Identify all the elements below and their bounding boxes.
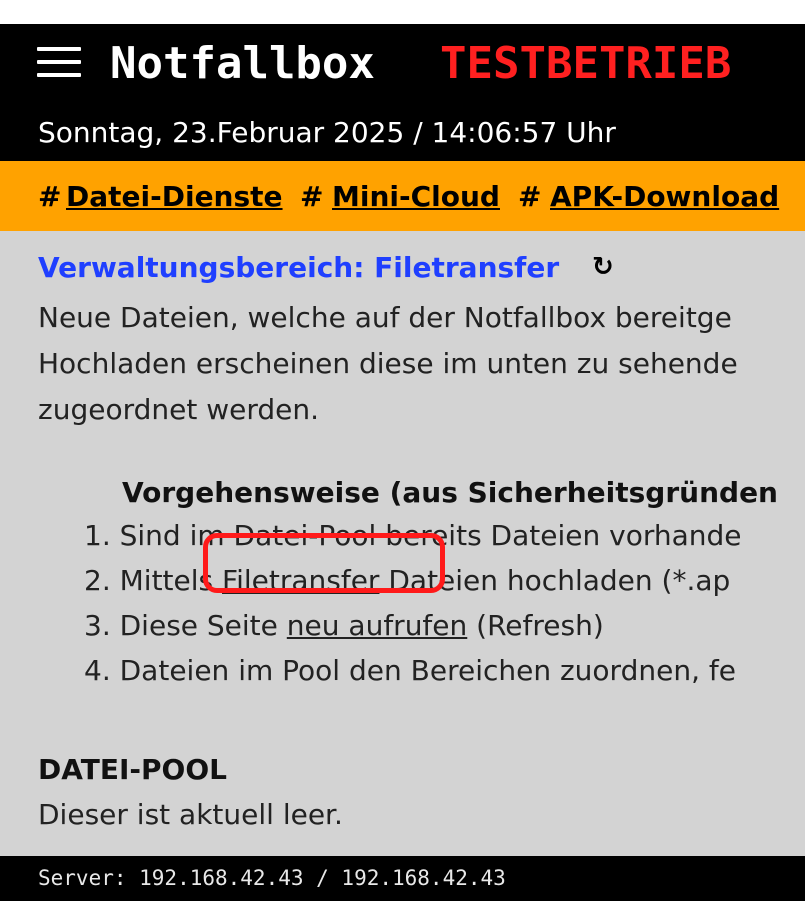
nav-separator: # xyxy=(38,180,62,213)
nav-separator: # xyxy=(300,180,324,213)
nav-bar: # Datei-Dienste # Mini-Cloud # APK-Downl… xyxy=(0,161,805,231)
datetime: Sonntag, 23.Februar 2025 / 14:06:57 Uhr xyxy=(38,116,616,149)
nav-link-mini-cloud[interactable]: Mini-Cloud xyxy=(332,180,500,213)
procedure-step: 4. Dateien im Pool den Bereichen zuordne… xyxy=(84,654,736,687)
app-title: Notfallbox xyxy=(110,38,375,89)
server-info: Server: 192.168.42.43 / 192.168.42.43 xyxy=(38,866,506,890)
refresh-page-link[interactable]: neu aufrufen xyxy=(287,609,467,642)
footer: Server: 192.168.42.43 / 192.168.42.43 xyxy=(0,856,805,901)
nav-separator: # xyxy=(518,180,542,213)
section-title: Verwaltungsbereich: Filetransfer xyxy=(38,251,560,284)
refresh-icon[interactable]: ↻ xyxy=(592,252,614,282)
app-header: Notfallbox TESTBETRIEB Sonntag, 23.Febru… xyxy=(0,24,805,161)
mode-badge: TESTBETRIEB xyxy=(440,38,732,89)
description-line: Hochladen erscheinen diese im unten zu s… xyxy=(38,347,738,380)
nav-link-datei-dienste[interactable]: Datei-Dienste xyxy=(66,180,283,213)
nav-link-apk-download[interactable]: APK-Download xyxy=(550,180,779,213)
procedure-step: 3. Diese Seite neu aufrufen (Refresh) xyxy=(84,609,604,642)
description-line: zugeordnet werden. xyxy=(38,393,320,426)
procedure-title: Vorgehensweise (aus Sicherheitsgründen xyxy=(122,476,778,509)
description-line: Neue Dateien, welche auf der Notfallbox … xyxy=(38,301,732,334)
pool-title: DATEI-POOL xyxy=(38,753,227,786)
highlight-box xyxy=(203,533,445,593)
hamburger-menu-icon[interactable] xyxy=(37,43,81,81)
pool-status: Dieser ist aktuell leer. xyxy=(38,798,343,831)
cropped-top-text xyxy=(0,0,805,24)
